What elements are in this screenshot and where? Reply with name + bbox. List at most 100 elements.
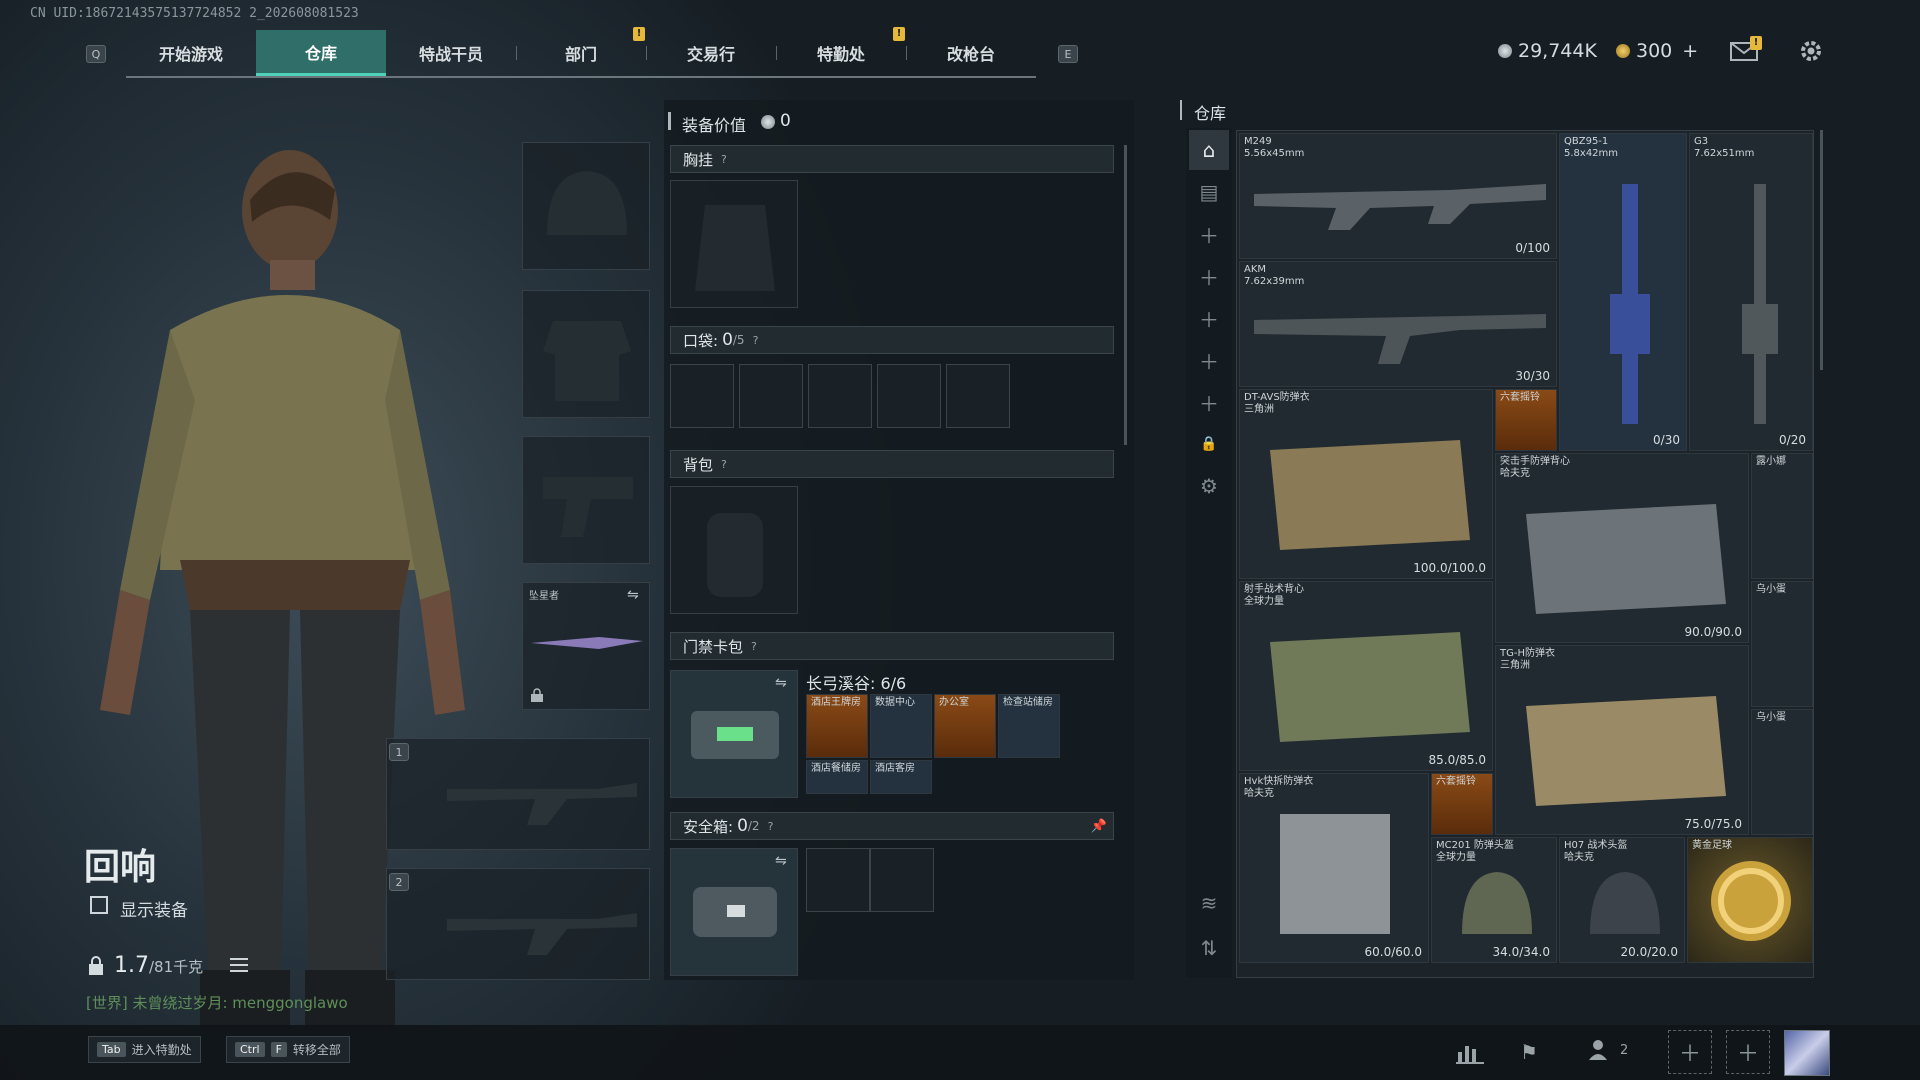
stash-item-collectible[interactable]: 乌小蛋 [1751, 709, 1813, 835]
stash-item-collectible[interactable]: 六套摇铃 [1431, 773, 1493, 835]
help-icon[interactable]: ? [721, 153, 727, 166]
lock-icon[interactable]: 🔒 [1189, 424, 1229, 464]
equipment-value: 0 [780, 111, 791, 131]
nav-prev-key[interactable]: Q [86, 45, 106, 63]
stash-item-armor[interactable]: DT-AVS防弹衣 三角洲 100.0/100.0 [1239, 389, 1493, 579]
weight-value: 1.7 [114, 953, 149, 978]
add-page-icon[interactable]: ＋ [1189, 382, 1229, 422]
stash-page-icon[interactable]: ⌂ [1189, 130, 1229, 170]
pocket-slot[interactable] [739, 364, 803, 428]
primary-weapon-slot-1[interactable]: 1 [386, 738, 650, 850]
nav-next-key[interactable]: E [1058, 45, 1078, 63]
player-avatar[interactable] [1784, 1030, 1830, 1076]
stash-item-weapon[interactable]: M249 5.56x45mm 0/100 [1239, 133, 1557, 259]
stats-chart-icon[interactable] [1456, 1040, 1484, 1064]
swap-icon[interactable]: ⇋ [775, 853, 787, 869]
pocket-slot[interactable] [808, 364, 872, 428]
stash-item-helmet[interactable]: MC201 防弹头盔 全球力量 34.0/34.0 [1431, 837, 1557, 963]
tab-start-game[interactable]: 开始游戏 [126, 30, 256, 76]
equipment-value-label: 装备价值 [682, 116, 747, 135]
armor-slot[interactable] [522, 290, 650, 418]
stash-item-collectible[interactable]: 露小娜 [1751, 453, 1813, 579]
folder-icon[interactable]: ▤ [1189, 172, 1229, 212]
invite-slot-button[interactable]: ＋ [1668, 1030, 1712, 1074]
stash-item-collectible[interactable]: 乌小蛋 [1751, 581, 1813, 707]
backpack-slot[interactable] [670, 486, 798, 614]
swap-icon[interactable]: ⇋ [627, 587, 639, 603]
people-icon [1589, 1040, 1607, 1060]
melee-slot[interactable]: 坠星者 ⇋ [522, 582, 650, 710]
keycard-set-progress: 长弓溪谷: 6/6 [806, 674, 907, 693]
gold-amount: 300 [1636, 40, 1673, 62]
pockets-capacity: /5 [732, 333, 745, 347]
safebox-count: 0 [737, 816, 748, 836]
pistol-slot[interactable] [522, 436, 650, 564]
settings-gear-icon[interactable] [1798, 38, 1824, 64]
keycard-case-slot[interactable]: ⇋ [670, 670, 798, 798]
tab-operators[interactable]: 特战干员 [386, 30, 516, 76]
pocket-slot[interactable] [877, 364, 941, 428]
stash-item-collectible[interactable]: 黄金足球 [1687, 837, 1813, 963]
stash-item-armor[interactable]: 射手战术背心 全球力量 85.0/85.0 [1239, 581, 1493, 771]
pockets-header: 口袋: 0 /5 ? [670, 326, 1114, 354]
stash-item-collectible[interactable]: 六套摇铃 [1495, 389, 1557, 451]
settings-gear-icon[interactable]: ⚙ [1189, 466, 1229, 506]
help-icon[interactable]: ? [721, 458, 727, 471]
keycard-item[interactable]: 办公室 [934, 694, 996, 758]
stash-item-weapon[interactable]: QBZ95-1 5.8x42mm 0/30 [1559, 133, 1687, 451]
pocket-slot[interactable] [670, 364, 734, 428]
slot-number: 2 [389, 873, 409, 891]
invite-slot-button[interactable]: ＋ [1726, 1030, 1770, 1074]
keycard-item[interactable]: 数据中心 [870, 694, 932, 758]
stash-scrollbar[interactable] [1820, 130, 1823, 370]
add-page-icon[interactable]: ＋ [1189, 256, 1229, 296]
keycard-item[interactable]: 酒店客房 [870, 760, 932, 794]
help-icon[interactable]: ? [751, 640, 757, 653]
tab-gunsmith[interactable]: 改枪台 [906, 30, 1036, 76]
silver-coin-icon [1498, 44, 1512, 58]
squad-members[interactable]: 2 [1588, 1038, 1628, 1062]
tab-special-ops[interactable]: 特勤处 [776, 30, 906, 76]
sort-icon[interactable]: ⇅ [1189, 928, 1229, 968]
add-page-icon[interactable]: ＋ [1189, 298, 1229, 338]
help-icon[interactable]: ? [768, 820, 774, 833]
safebox-cell[interactable] [870, 848, 934, 912]
slot-number: 1 [389, 743, 409, 761]
keycard-item[interactable]: 酒店餐储房 [806, 760, 868, 794]
stash-item-armor[interactable]: TG-H防弹衣 三角洲 75.0/75.0 [1495, 645, 1749, 835]
pin-icon[interactable]: 📌 [1091, 819, 1107, 834]
uid-label: CN UID:18672143575137724852 2_2026080815… [30, 6, 359, 21]
loadout-scrollbar[interactable] [1124, 145, 1127, 445]
stash-item-weapon[interactable]: G3 7.62x51mm 0/20 [1689, 133, 1813, 451]
stash-item-weapon[interactable]: AKM 7.62x39mm 30/30 [1239, 261, 1557, 387]
stash-item-armor[interactable]: 突击手防弹背心 哈夫克 90.0/90.0 [1495, 453, 1749, 643]
add-page-icon[interactable]: ＋ [1189, 214, 1229, 254]
flag-icon[interactable]: ⚑ [1520, 1040, 1544, 1064]
keycard-item[interactable]: 酒店王牌房 [806, 694, 868, 758]
keycard-item[interactable]: 检查站储房 [998, 694, 1060, 758]
safebox-slot[interactable]: ⇋ [670, 848, 798, 976]
swap-icon[interactable]: ⇋ [775, 675, 787, 691]
tab-stash[interactable]: 仓库 [256, 30, 386, 76]
transfer-all-hint[interactable]: Ctrl F 转移全部 [226, 1036, 350, 1063]
world-chat-message[interactable]: [世界] 未曾绕过岁月: menggonglawo [86, 992, 348, 1013]
add-page-icon[interactable]: ＋ [1189, 340, 1229, 380]
stash-grid: M249 5.56x45mm 0/100 QBZ95-1 5.8x42mm 0/30… [1236, 130, 1814, 978]
primary-weapon-slot-2[interactable]: 2 [386, 868, 650, 980]
enter-special-ops-hint[interactable]: Tab 进入特勤处 [88, 1036, 201, 1063]
helmet-slot[interactable] [522, 142, 650, 270]
layers-icon[interactable]: ≋ [1189, 883, 1229, 923]
add-currency-button[interactable]: + [1682, 40, 1698, 62]
stash-item-helmet[interactable]: H07 战术头盔 哈夫克 20.0/20.0 [1559, 837, 1685, 963]
weight-capacity: /81千克 [149, 958, 204, 976]
chest-rig-slot[interactable] [670, 180, 798, 308]
pocket-slot[interactable] [946, 364, 1010, 428]
list-icon[interactable] [230, 957, 248, 973]
safebox-cell[interactable] [806, 848, 870, 912]
stash-item-armor[interactable]: Hvk快拆防弹衣 哈夫克 60.0/60.0 [1239, 773, 1429, 963]
tab-trade[interactable]: 交易行 [646, 30, 776, 76]
hint-label: 进入特勤处 [131, 1043, 192, 1057]
help-icon[interactable]: ? [753, 334, 759, 347]
tab-department[interactable]: 部门 [516, 30, 646, 76]
show-equipment-checkbox[interactable] [90, 896, 108, 914]
